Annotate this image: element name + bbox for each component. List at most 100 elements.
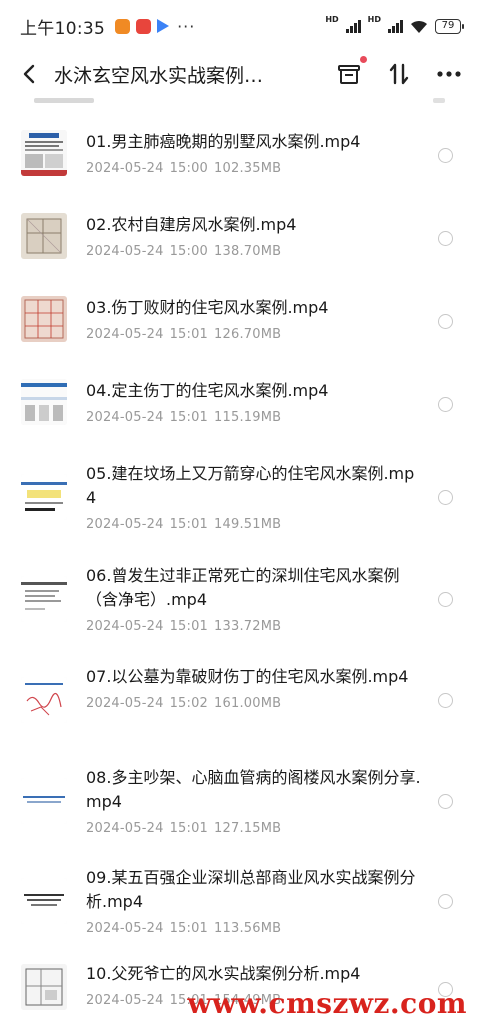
partial-row [0,96,479,108]
file-size: 115.19MB [214,410,282,425]
file-meta: 2024-05-24 15:01 127.15MB [86,821,421,836]
file-size: 138.70MB [214,244,282,259]
sort-button[interactable] [385,59,413,89]
list-item[interactable]: 01.男主肺癌晚期的别墅风水案例.mp4 2024-05-24 15:00 102.… [0,126,479,196]
file-size: 149.51MB [214,517,282,532]
list-item[interactable]: 05.建在坟场上又万箭穿心的住宅风水案例.mp4 2024-05-24 15:01… [0,458,479,552]
partial-text [433,98,445,103]
signal-icon [388,19,403,33]
video-thumbnail [21,964,67,1010]
file-info: 06.曾发生过非正常死亡的深圳住宅风水案例（含净宅）.mp4 2024-05-2… [86,564,421,634]
select-radio[interactable] [438,490,453,505]
video-thumbnail [21,778,67,824]
file-meta: 2024-05-24 15:01 133.72MB [86,619,421,634]
status-more-icon: ··· [177,16,196,36]
app-notification-icon [136,18,152,34]
select-radio[interactable] [438,397,453,412]
list-item[interactable]: 06.曾发生过非正常死亡的深圳住宅风水案例（含净宅）.mp4 2024-05-2… [0,560,479,654]
file-date: 2024-05-24 [86,161,164,176]
file-date: 2024-05-24 [86,244,164,259]
back-button[interactable] [16,59,42,89]
select-radio[interactable] [438,148,453,163]
file-name: 09.某五百强企业深圳总部商业风水实战案例分析.mp4 [86,868,416,911]
file-name: 04.定主伤丁的住宅风水案例.mp4 [86,381,329,400]
watermark-text: www.cmszwz.com [187,987,467,1020]
list-item[interactable]: 04.定主伤丁的住宅风水案例.mp4 2024-05-24 15:01 115.19… [0,375,479,445]
video-thumbnail [21,296,67,342]
file-info: 03.伤丁败财的住宅风水案例.mp4 2024-05-24 15:01 126.70… [86,296,421,342]
video-thumbnail [21,130,67,176]
file-time: 15:01 [169,517,209,532]
file-meta: 2024-05-24 15:01 113.56MB [86,921,421,936]
hd-label: HD [367,15,381,24]
file-info: 01.男主肺癌晚期的别墅风水案例.mp4 2024-05-24 15:00 102.… [86,130,421,176]
video-thumbnail [21,677,67,723]
battery-icon: 79 [435,18,464,34]
file-name: 05.建在坟场上又万箭穿心的住宅风水案例.mp4 [86,464,415,507]
more-dots-icon [437,71,461,77]
file-time: 15:02 [169,696,209,711]
chevron-left-icon [23,64,35,84]
file-list: 01.男主肺癌晚期的别墅风水案例.mp4 2024-05-24 15:00 102.… [0,96,479,1024]
file-size: 127.15MB [214,821,282,836]
file-date: 2024-05-24 [86,921,164,936]
list-item[interactable]: 08.多主吵架、心脑血管病的阁楼风水案例分享.mp4 2024-05-24 15:… [0,762,479,856]
video-thumbnail [21,213,67,259]
file-size: 133.72MB [214,619,282,634]
list-item[interactable]: 03.伤丁败财的住宅风水案例.mp4 2024-05-24 15:01 126.70… [0,292,479,362]
file-info: 04.定主伤丁的住宅风水案例.mp4 2024-05-24 15:01 115.19… [86,379,421,425]
status-indicators: HD HD 79 [325,15,464,34]
select-radio[interactable] [438,314,453,329]
select-radio[interactable] [438,794,453,809]
signal-icon [345,19,361,33]
header-actions [335,56,463,89]
file-info: 07.以公墓为靠破财伤丁的住宅风水案例.mp4 2024-05-24 15:02 1… [86,665,421,711]
file-date: 2024-05-24 [86,821,164,836]
list-item[interactable]: 02.农村自建房风水案例.mp4 2024-05-24 15:00 138.70MB [0,209,479,279]
file-size: 161.00MB [214,696,282,711]
file-date: 2024-05-24 [86,696,164,711]
file-meta: 2024-05-24 15:00 138.70MB [86,244,421,259]
select-radio[interactable] [438,693,453,708]
file-time: 15:00 [169,161,209,176]
file-name: 07.以公墓为靠破财伤丁的住宅风水案例.mp4 [86,667,409,686]
file-info: 05.建在坟场上又万箭穿心的住宅风水案例.mp4 2024-05-24 15:01… [86,462,421,532]
file-time: 15:00 [169,244,209,259]
file-info: 09.某五百强企业深圳总部商业风水实战案例分析.mp4 2024-05-24 15… [86,866,421,936]
status-app-icons [115,18,170,34]
more-button[interactable] [435,59,463,89]
file-size: 126.70MB [214,327,282,342]
list-item[interactable]: 09.某五百强企业深圳总部商业风水实战案例分析.mp4 2024-05-24 15… [0,862,479,956]
file-name: 03.伤丁败财的住宅风水案例.mp4 [86,298,329,317]
transfer-button[interactable] [335,56,367,89]
video-thumbnail [21,379,67,425]
file-time: 15:01 [169,619,209,634]
page-title: 水沐玄空风水实战案例… [54,64,264,87]
hd-label: HD [325,15,339,24]
file-date: 2024-05-24 [86,619,164,634]
video-thumbnail [21,474,67,520]
file-meta: 2024-05-24 15:00 102.35MB [86,161,421,176]
file-name: 02.农村自建房风水案例.mp4 [86,215,297,234]
notification-dot [360,56,367,63]
play-notification-icon [157,19,170,33]
select-radio[interactable] [438,231,453,246]
partial-text [34,98,94,103]
list-item[interactable]: 07.以公墓为靠破财伤丁的住宅风水案例.mp4 2024-05-24 15:02 1… [0,661,479,755]
app-notification-icon [115,18,131,34]
app-header: 水沐玄空风水实战案例… [0,52,479,96]
file-date: 2024-05-24 [86,327,164,342]
file-meta: 2024-05-24 15:01 126.70MB [86,327,421,342]
select-radio[interactable] [438,894,453,909]
file-name: 10.父死爷亡的风水实战案例分析.mp4 [86,964,361,983]
file-date: 2024-05-24 [86,410,164,425]
file-meta: 2024-05-24 15:02 161.00MB [86,696,421,711]
file-info: 02.农村自建房风水案例.mp4 2024-05-24 15:00 138.70MB [86,213,421,259]
transfer-box-icon [338,65,360,84]
sort-icon [389,63,409,85]
file-name: 06.曾发生过非正常死亡的深圳住宅风水案例（含净宅）.mp4 [86,566,400,609]
select-radio[interactable] [438,592,453,607]
file-meta: 2024-05-24 15:01 115.19MB [86,410,421,425]
file-size: 113.56MB [214,921,282,936]
file-time: 15:01 [169,410,209,425]
